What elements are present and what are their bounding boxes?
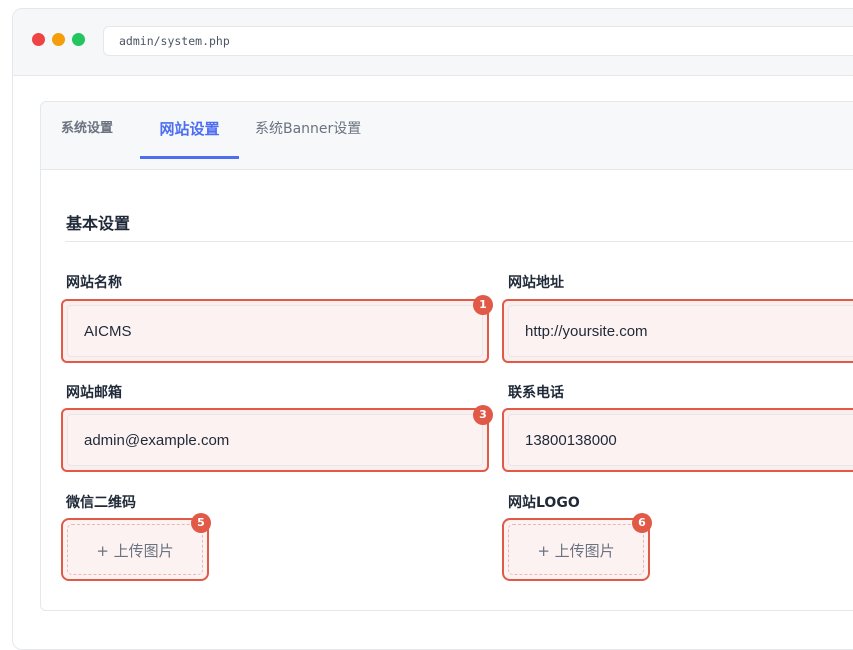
address-bar[interactable]: admin/system.php <box>103 26 853 56</box>
settings-card: 系统设置 网站设置 系统Banner设置 基本设置 网站名称 AICMS 1 网… <box>40 101 853 611</box>
browser-window: admin/system.php 系统设置 网站设置 系统Banner设置 基本… <box>12 8 853 650</box>
wechat-qr-label: 微信二维码 <box>66 495 136 511</box>
contact-phone-label: 联系电话 <box>508 385 564 401</box>
wechat-qr-upload-wrapper: + 上传图片 <box>61 518 209 581</box>
site-logo-badge: 6 <box>632 513 652 533</box>
contact-phone-input[interactable]: 13800138000 <box>508 414 853 466</box>
site-logo-upload-button[interactable]: + 上传图片 <box>508 524 644 575</box>
site-name-field-wrapper: AICMS <box>61 299 489 363</box>
site-email-input[interactable]: admin@example.com <box>67 414 483 466</box>
site-logo-upload-wrapper: + 上传图片 <box>502 518 650 581</box>
maximize-window-dot-icon[interactable] <box>72 33 85 46</box>
site-logo-label: 网站LOGO <box>508 495 580 511</box>
site-name-label: 网站名称 <box>66 275 122 291</box>
tab-system-settings[interactable]: 系统设置 <box>61 102 113 156</box>
wechat-qr-badge: 5 <box>191 513 211 533</box>
browser-titlebar: admin/system.php <box>13 9 853 76</box>
site-email-field-wrapper: admin@example.com <box>61 408 489 472</box>
wechat-qr-upload-button[interactable]: + 上传图片 <box>67 524 203 575</box>
settings-tabs: 系统设置 网站设置 系统Banner设置 <box>41 102 853 170</box>
site-email-badge: 3 <box>473 405 493 425</box>
site-url-field-wrapper: http://yoursite.com <box>502 299 853 363</box>
section-divider <box>65 241 853 242</box>
site-name-badge: 1 <box>473 295 493 315</box>
tab-banner-settings[interactable]: 系统Banner设置 <box>255 102 361 156</box>
site-url-label: 网站地址 <box>508 275 564 291</box>
close-window-dot-icon[interactable] <box>32 33 45 46</box>
site-email-label: 网站邮箱 <box>66 385 122 401</box>
minimize-window-dot-icon[interactable] <box>52 33 65 46</box>
section-title: 基本设置 <box>66 214 131 233</box>
site-url-input[interactable]: http://yoursite.com <box>508 305 853 357</box>
contact-phone-field-wrapper: 13800138000 <box>502 408 853 472</box>
site-name-input[interactable]: AICMS <box>67 305 483 357</box>
tab-site-settings[interactable]: 网站设置 <box>140 102 239 159</box>
